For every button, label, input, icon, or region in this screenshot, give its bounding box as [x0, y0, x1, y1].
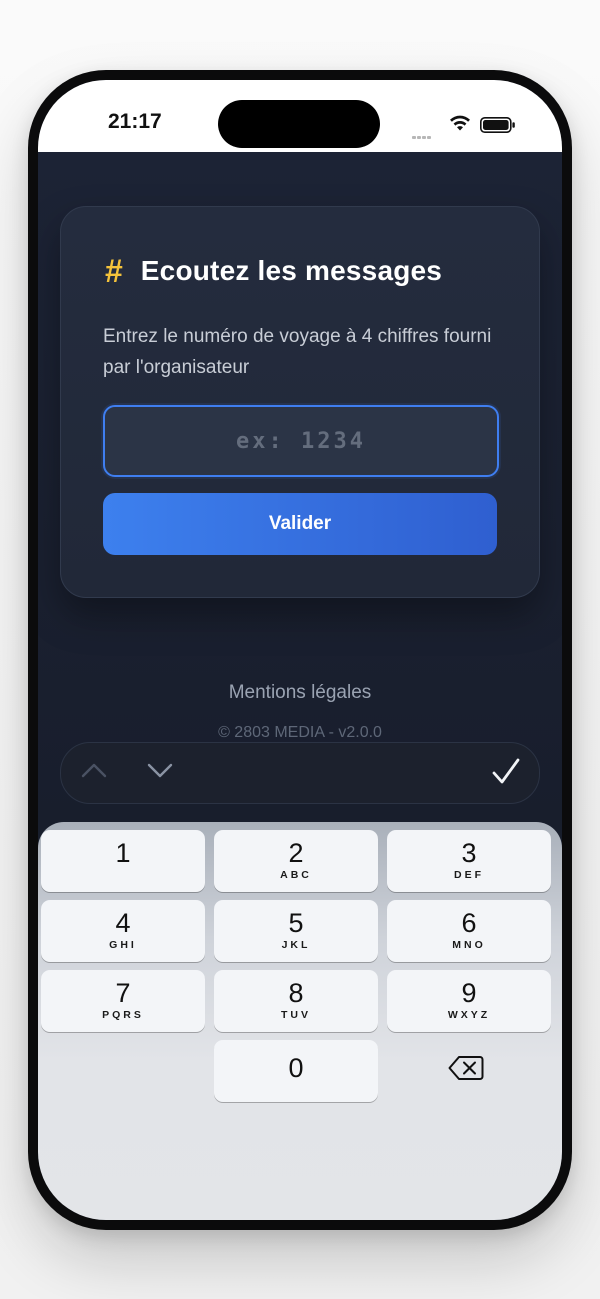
status-bar: 21:17	[38, 80, 562, 152]
chevron-down-icon[interactable]	[147, 761, 173, 779]
key-2[interactable]: 2 ABC	[214, 830, 378, 892]
keyboard-toolbar	[60, 742, 540, 804]
card-description: Entrez le numéro de voyage à 4 chiffres …	[103, 326, 492, 378]
key-0[interactable]: 0	[214, 1040, 378, 1102]
legal-link[interactable]: Mentions légales	[38, 682, 562, 704]
battery-icon	[480, 117, 515, 133]
dynamic-island	[218, 100, 380, 148]
key-6[interactable]: 6 MNO	[387, 900, 551, 962]
backspace-icon[interactable]	[448, 1054, 484, 1082]
trip-code-input[interactable]	[103, 405, 499, 477]
key-5[interactable]: 5 JKL	[214, 900, 378, 962]
key-7[interactable]: 7 PQRS	[41, 970, 205, 1032]
checkmark-icon[interactable]	[491, 757, 521, 787]
status-time: 21:17	[108, 110, 162, 133]
copyright-text: © 2803 MEDIA - v2.0.0	[218, 724, 382, 741]
app-view: # Ecoutez les messages Entrez le numéro …	[38, 152, 562, 1220]
card-title: Ecoutez les messages	[140, 255, 443, 286]
phone-frame: 21:17 # Ecoutez les messages Entrez le n…	[28, 70, 572, 1230]
wifi-icon	[450, 115, 470, 131]
validate-button[interactable]: Valider	[103, 493, 497, 555]
card-header: # Ecoutez les messages	[105, 251, 442, 291]
key-9[interactable]: 9 WXYZ	[387, 970, 551, 1032]
key-8[interactable]: 8 TUV	[214, 970, 378, 1032]
hash-icon: #	[105, 252, 123, 289]
key-1[interactable]: 1	[41, 830, 205, 892]
cellular-signal-icon	[412, 126, 432, 144]
chevron-up-icon[interactable]	[81, 761, 107, 779]
numeric-keypad: 1 2 ABC 3 DEF 4 GHI 5 JKL 6 MNO 7 PQRS 8…	[38, 822, 562, 1220]
key-4[interactable]: 4 GHI	[41, 900, 205, 962]
trip-code-card: # Ecoutez les messages Entrez le numéro …	[60, 206, 540, 598]
key-3[interactable]: 3 DEF	[387, 830, 551, 892]
screen: 21:17 # Ecoutez les messages Entrez le n…	[38, 80, 562, 1220]
